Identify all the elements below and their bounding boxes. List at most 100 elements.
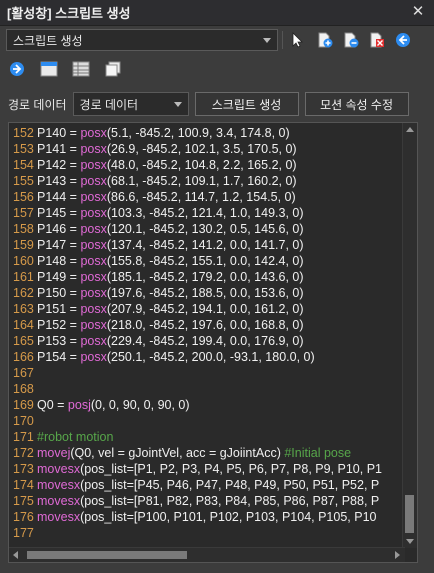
code-text: (Q0, vel = gJointVel, acc = gJoiintAcc) — [70, 446, 285, 460]
line-number: 174 — [13, 478, 34, 492]
code-text: Q0 = — [37, 398, 68, 412]
code-lines: 152 P140 = posx(5.1, -845.2, 100.9, 3.4, … — [9, 125, 382, 541]
code-text: (48.0, -845.2, 104.8, 2.2, 165.2, 0) — [106, 158, 297, 172]
code-text: (197.6, -845.2, 188.5, 0.0, 153.6, 0) — [106, 286, 304, 300]
path-data-label: 경로 데이터 — [8, 97, 67, 112]
code-keyword: posx — [80, 190, 107, 204]
code-line[interactable]: 169 Q0 = posj(0, 0, 90, 0, 90, 0) — [9, 397, 382, 413]
code-line[interactable]: 156 P144 = posx(86.6, -845.2, 114.7, 1.2,… — [9, 189, 382, 205]
code-editor[interactable]: 152 P140 = posx(5.1, -845.2, 100.9, 3.4, … — [8, 122, 418, 563]
add-icon[interactable] — [316, 31, 334, 49]
code-keyword: posx — [80, 254, 107, 268]
line-number: 176 — [13, 510, 34, 524]
code-line[interactable]: 162 P150 = posx(197.6, -845.2, 188.5, 0.0… — [9, 285, 382, 301]
window-title: [활성창] 스크립트 생성 — [7, 6, 131, 21]
line-number: 159 — [13, 238, 34, 252]
scroll-down-icon[interactable] — [406, 539, 414, 544]
code-text: P142 = — [37, 158, 81, 172]
code-text: P144 = — [37, 190, 81, 204]
code-keyword: posj — [67, 398, 91, 412]
edit-motion-button[interactable]: 모션 속성 수정 — [304, 92, 409, 116]
line-number: 158 — [13, 222, 34, 236]
line-number: 161 — [13, 270, 34, 284]
back-icon[interactable] — [394, 31, 412, 49]
line-number: 165 — [13, 334, 34, 348]
title-bar: [활성창] 스크립트 생성 ✕ — [0, 0, 434, 26]
grid-icon[interactable] — [72, 60, 90, 78]
remove-icon[interactable] — [342, 31, 360, 49]
path-data-select[interactable]: 경로 데이터 — [72, 92, 189, 116]
code-line[interactable]: 152 P140 = posx(5.1, -845.2, 100.9, 3.4, … — [9, 125, 382, 141]
line-number: 172 — [13, 446, 34, 460]
code-line[interactable]: 177 — [9, 525, 382, 541]
code-text: (68.1, -845.2, 109.1, 1.7, 160.2, 0) — [106, 174, 297, 188]
code-line[interactable]: 175 movesx(pos_list=[P81, P82, P83, P84, … — [9, 493, 382, 509]
code-line[interactable]: 172 movej(Q0, vel = gJointVel, acc = gJoi… — [9, 445, 382, 461]
generate-script-button[interactable]: 스크립트 생성 — [194, 92, 299, 116]
vertical-scrollbar[interactable] — [402, 123, 417, 548]
line-number: 163 — [13, 302, 34, 316]
line-number: 167 — [13, 366, 34, 380]
code-line[interactable]: 157 P145 = posx(103.3, -845.2, 121.4, 1.0… — [9, 205, 382, 221]
code-keyword: posx — [80, 158, 107, 172]
scroll-right-icon[interactable] — [395, 551, 400, 559]
horizontal-scroll-thumb[interactable] — [27, 551, 187, 559]
code-line[interactable]: 170 — [9, 413, 382, 429]
code-text: (26.9, -845.2, 102.1, 3.5, 170.5, 0) — [106, 142, 297, 156]
code-text: P146 = — [37, 222, 81, 236]
code-line[interactable]: 168 — [9, 381, 382, 397]
forward-icon[interactable] — [8, 60, 26, 78]
code-text: P140 = — [37, 126, 81, 140]
code-keyword: posx — [80, 286, 107, 300]
code-line[interactable]: 153 P141 = posx(26.9, -845.2, 102.1, 3.5,… — [9, 141, 382, 157]
toolbar-divider — [282, 31, 283, 49]
code-line[interactable]: 174 movesx(pos_list=[P45, P46, P47, P48, … — [9, 477, 382, 493]
close-icon[interactable]: ✕ — [410, 4, 426, 20]
code-line[interactable]: 155 P143 = posx(68.1, -845.2, 109.1, 1.7,… — [9, 173, 382, 189]
code-line[interactable]: 165 P153 = posx(229.4, -845.2, 199.4, 0.0… — [9, 333, 382, 349]
window-icon[interactable] — [40, 60, 58, 78]
delete-icon[interactable] — [368, 31, 386, 49]
code-line[interactable]: 160 P148 = posx(155.8, -845.2, 155.1, 0.0… — [9, 253, 382, 269]
code-line[interactable]: 166 P154 = posx(250.1, -845.2, 200.0, -93… — [9, 349, 382, 365]
code-keyword: posx — [80, 142, 107, 156]
code-text: (207.9, -845.2, 194.1, 0.0, 161.2, 0) — [106, 302, 304, 316]
code-line[interactable]: 158 P146 = posx(120.1, -845.2, 130.2, 0.5… — [9, 221, 382, 237]
code-text: (120.1, -845.2, 130.2, 0.5, 145.6, 0) — [106, 222, 304, 236]
code-line[interactable]: 171 #robot motion — [9, 429, 382, 445]
code-text: P151 = — [37, 302, 81, 316]
code-keyword: posx — [80, 206, 107, 220]
line-number: 152 — [13, 126, 34, 140]
line-number: 155 — [13, 174, 34, 188]
line-number: 164 — [13, 318, 34, 332]
code-line[interactable]: 154 P142 = posx(48.0, -845.2, 104.8, 2.2,… — [9, 157, 382, 173]
code-keyword: movesx — [37, 462, 81, 476]
horizontal-scrollbar[interactable] — [9, 547, 405, 562]
code-text: (pos_list=[P81, P82, P83, P84, P85, P86,… — [80, 494, 380, 508]
line-number: 156 — [13, 190, 34, 204]
line-number: 173 — [13, 462, 34, 476]
code-line[interactable]: 167 — [9, 365, 382, 381]
copy-icon[interactable] — [104, 60, 122, 78]
code-line[interactable]: 163 P151 = posx(207.9, -845.2, 194.1, 0.0… — [9, 301, 382, 317]
code-line[interactable]: 176 movesx(pos_list=[P100, P101, P102, P1… — [9, 509, 382, 525]
code-text: (218.0, -845.2, 197.6, 0.0, 168.8, 0) — [106, 318, 304, 332]
code-text: (229.4, -845.2, 199.4, 0.0, 176.9, 0) — [106, 334, 304, 348]
scroll-left-icon[interactable] — [13, 551, 18, 559]
chevron-down-icon — [173, 101, 182, 107]
code-line[interactable]: 159 P147 = posx(137.4, -845.2, 141.2, 0.0… — [9, 237, 382, 253]
chevron-down-icon — [263, 37, 271, 43]
vertical-scroll-thumb[interactable] — [405, 495, 414, 533]
code-comment: #robot motion — [37, 430, 114, 444]
edit-motion-label: 모션 속성 수정 — [320, 97, 393, 112]
code-line[interactable]: 161 P149 = posx(185.1, -845.2, 179.2, 0.0… — [9, 269, 382, 285]
secondary-toolbar — [8, 58, 130, 80]
pointer-icon[interactable] — [288, 31, 306, 49]
code-line[interactable]: 164 P152 = posx(218.0, -845.2, 197.6, 0.0… — [9, 317, 382, 333]
code-line[interactable]: 173 movesx(pos_list=[P1, P2, P3, P4, P5, … — [9, 461, 382, 477]
code-text: (103.3, -845.2, 121.4, 1.0, 149.3, 0) — [106, 206, 304, 220]
code-text: P141 = — [37, 142, 81, 156]
scroll-up-icon[interactable] — [406, 127, 414, 132]
mode-dropdown[interactable]: 스크립트 생성 — [6, 29, 278, 51]
path-data-select-value: 경로 데이터 — [79, 97, 139, 112]
